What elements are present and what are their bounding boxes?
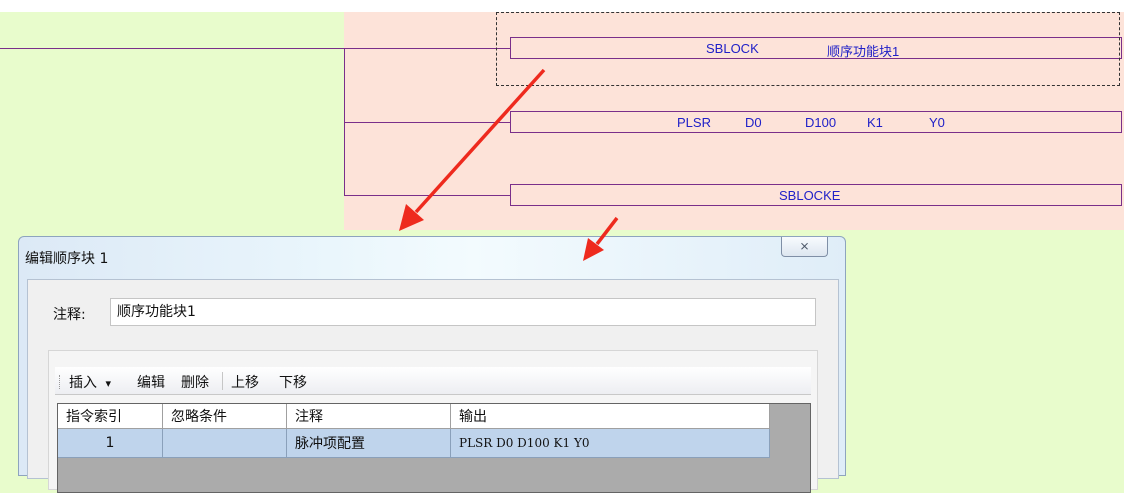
arrow-line-1 [414, 68, 546, 214]
annotation-arrows [399, 68, 619, 261]
arrow-line-2 [595, 216, 619, 246]
